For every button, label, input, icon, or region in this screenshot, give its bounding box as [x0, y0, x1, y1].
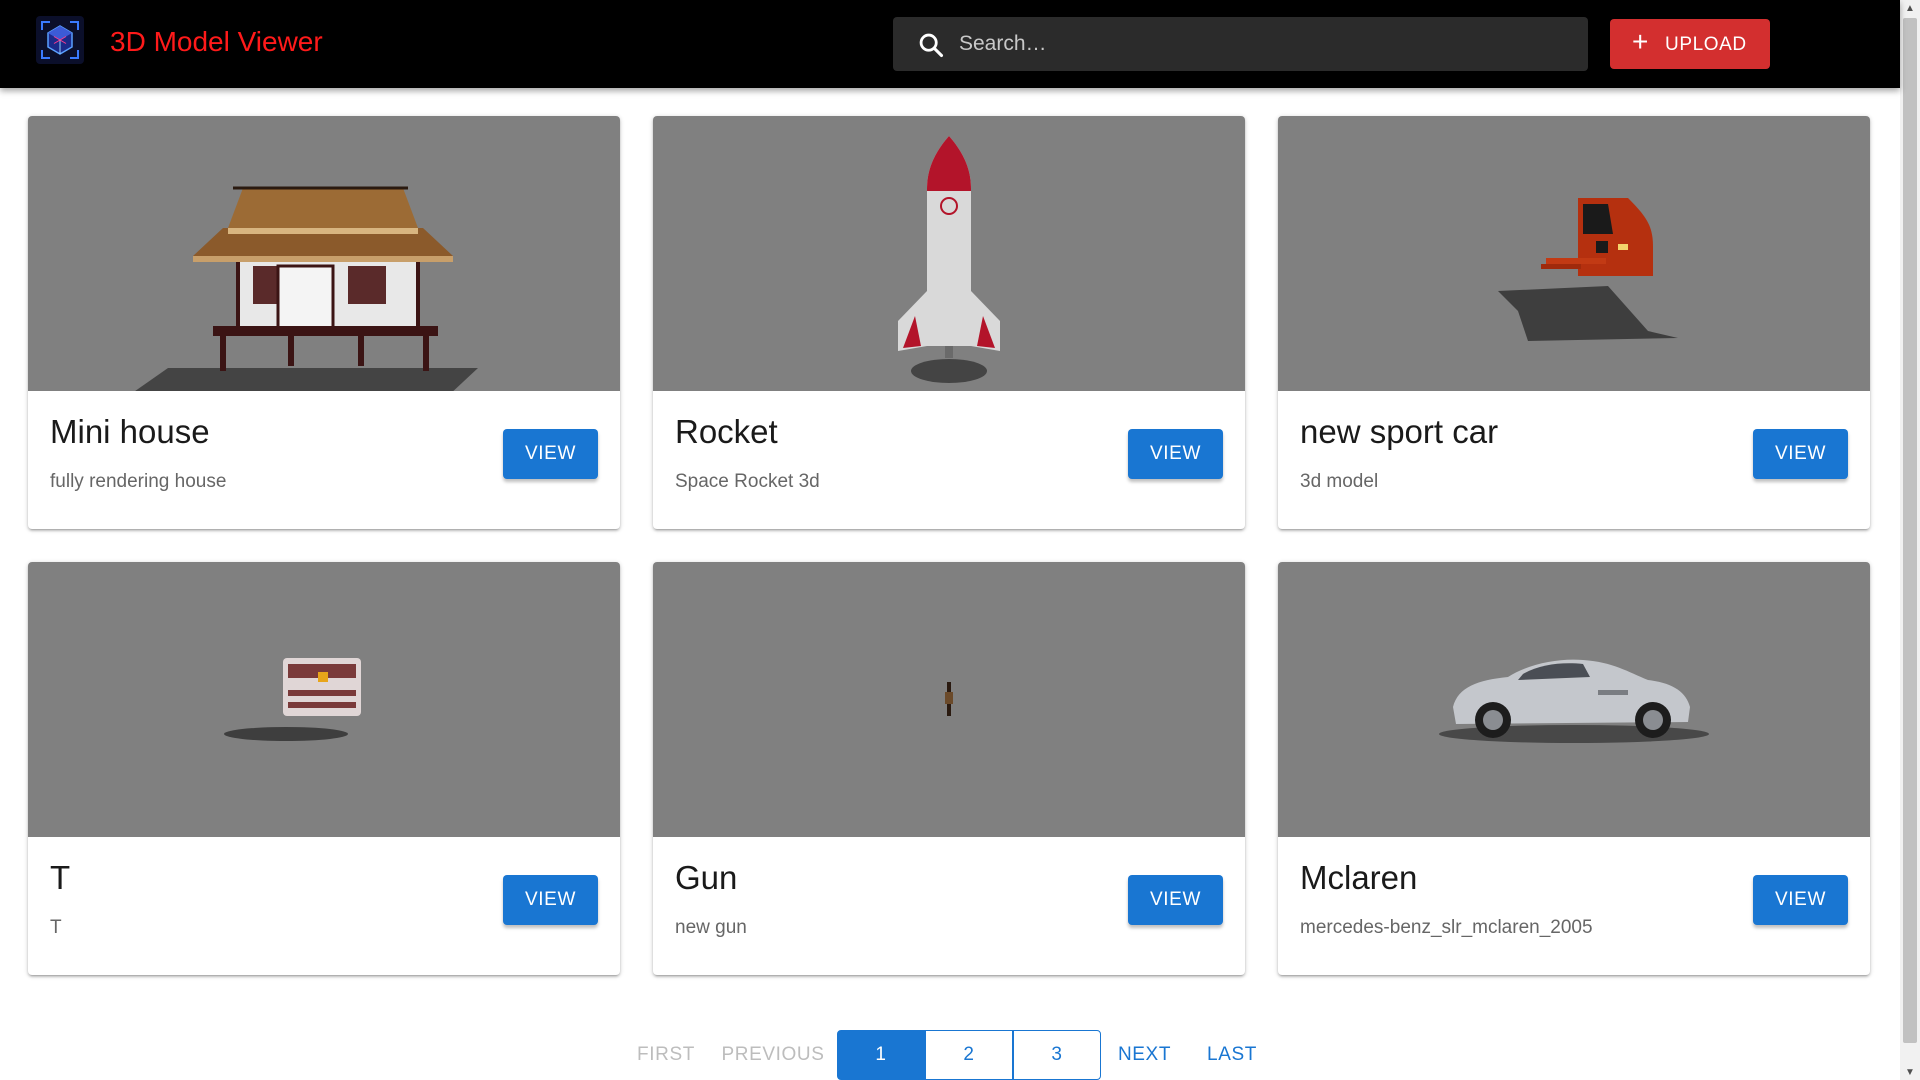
search-box[interactable] — [893, 17, 1588, 71]
upload-button-label: UPLOAD — [1665, 34, 1747, 55]
page-button-1[interactable]: 1 — [837, 1030, 925, 1080]
card-title: T — [50, 859, 71, 896]
search-input[interactable] — [959, 17, 1569, 71]
plus-icon: + — [1632, 26, 1649, 57]
search-icon — [919, 33, 944, 58]
model-card: new sport car 3d model VIEW — [1278, 116, 1870, 529]
app-title: 3D Model Viewer — [110, 26, 323, 57]
page-button-3[interactable]: 3 — [1013, 1030, 1101, 1080]
card-description: Space Rocket 3d — [675, 471, 820, 492]
first-page-button[interactable]: FIRST — [625, 1030, 707, 1080]
card-title: Rocket — [675, 413, 778, 450]
card-description: new gun — [675, 917, 747, 938]
scroll-down-arrow-icon[interactable]: ▼ — [1900, 1064, 1920, 1080]
last-page-button[interactable]: LAST — [1197, 1030, 1267, 1080]
card-description: mercedes-benz_slr_mclaren_2005 — [1300, 917, 1593, 938]
card-title: new sport car — [1300, 413, 1499, 450]
card-description: fully rendering house — [50, 471, 227, 492]
pagination: FIRST PREVIOUS 1 2 3 NEXT LAST — [0, 1030, 1900, 1080]
model-card: Mclaren mercedes-benz_slr_mclaren_2005 V… — [1278, 562, 1870, 975]
next-page-button[interactable]: NEXT — [1107, 1030, 1182, 1080]
app-bar: 3D Model Viewer + UPLOAD — [0, 0, 1900, 88]
model-card: T T VIEW — [28, 562, 620, 975]
rocket-model-thumbnail[interactable] — [653, 116, 1245, 391]
scroll-thumb[interactable] — [1903, 18, 1917, 1043]
chest-model-thumbnail[interactable] — [28, 562, 620, 837]
cube-logo-icon[interactable] — [36, 16, 84, 64]
model-grid: Mini house fully rendering house VIEW Ro… — [28, 116, 1872, 975]
model-card: Gun new gun VIEW — [653, 562, 1245, 975]
view-button[interactable]: VIEW — [503, 429, 598, 479]
card-title: Mini house — [50, 413, 210, 450]
gun-model-thumbnail[interactable] — [653, 562, 1245, 837]
card-title: Mclaren — [1300, 859, 1418, 896]
model-card: Mini house fully rendering house VIEW — [28, 116, 620, 529]
sport-car-model-thumbnail[interactable] — [1278, 116, 1870, 391]
card-description: 3d model — [1300, 471, 1379, 492]
view-button[interactable]: VIEW — [1128, 875, 1223, 925]
view-button[interactable]: VIEW — [1753, 429, 1848, 479]
view-button[interactable]: VIEW — [1753, 875, 1848, 925]
card-description: T — [50, 917, 62, 938]
scroll-up-arrow-icon[interactable]: ▲ — [1900, 0, 1920, 16]
vertical-scrollbar[interactable]: ▲ ▼ — [1900, 0, 1920, 1080]
view-button[interactable]: VIEW — [503, 875, 598, 925]
house-model-thumbnail[interactable] — [28, 116, 620, 391]
view-button[interactable]: VIEW — [1128, 429, 1223, 479]
page-button-2[interactable]: 2 — [925, 1030, 1013, 1080]
card-title: Gun — [675, 859, 738, 896]
upload-button[interactable]: + UPLOAD — [1610, 19, 1770, 69]
model-card: Rocket Space Rocket 3d VIEW — [653, 116, 1245, 529]
mclaren-model-thumbnail[interactable] — [1278, 562, 1870, 837]
previous-page-button[interactable]: PREVIOUS — [718, 1030, 828, 1080]
